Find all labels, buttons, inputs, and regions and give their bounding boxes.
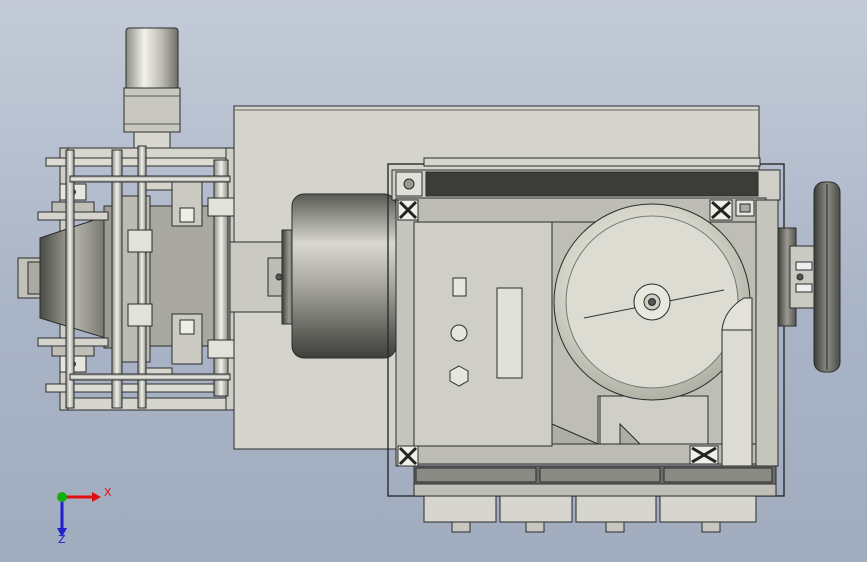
control-panel — [413, 221, 553, 447]
bottom-feet — [423, 495, 757, 533]
bottom-rail — [413, 465, 777, 497]
coordinate-triad: X Z — [57, 486, 112, 546]
cad-viewport[interactable]: X Z — [0, 0, 867, 562]
pulley-wheel — [813, 181, 841, 373]
right-shaft — [777, 227, 817, 327]
top-motor — [123, 27, 181, 161]
x-axis-label: X — [104, 486, 112, 499]
connecting-shaft — [229, 229, 297, 325]
y-axis-dot — [57, 492, 67, 502]
drum-motor — [291, 193, 397, 359]
x-axis-head — [92, 492, 101, 502]
z-axis-label: Z — [58, 533, 66, 546]
